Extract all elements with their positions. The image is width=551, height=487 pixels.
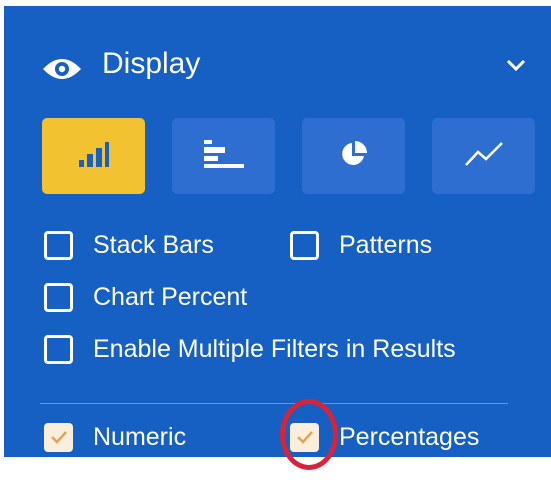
checkmark-icon (50, 431, 67, 444)
pie-chart-button[interactable] (302, 118, 405, 194)
chart-percent-checkbox[interactable] (44, 282, 73, 312)
multiple-filters-checkbox[interactable] (44, 334, 73, 364)
panel-title: Display (102, 47, 201, 80)
multiple-filters-option[interactable]: Enable Multiple Filters in Results (44, 332, 456, 366)
stack-bars-checkbox[interactable] (44, 230, 73, 260)
vertical-bar-chart-icon (78, 140, 110, 173)
line-chart-icon (464, 141, 504, 172)
eye-icon (42, 56, 82, 87)
stack-bars-label: Stack Bars (93, 230, 214, 259)
highlight-circle (280, 399, 338, 470)
numeric-option[interactable]: Numeric (44, 420, 186, 454)
multiple-filters-label: Enable Multiple Filters in Results (93, 334, 456, 363)
section-divider (40, 403, 508, 404)
chevron-down-icon[interactable] (506, 58, 526, 77)
stack-bars-option[interactable]: Stack Bars (44, 228, 214, 262)
numeric-label: Numeric (93, 422, 187, 451)
patterns-label: Patterns (339, 230, 433, 259)
display-header[interactable]: Display (42, 46, 531, 92)
vertical-bar-chart-button[interactable] (42, 118, 145, 194)
chart-percent-option[interactable]: Chart Percent (44, 280, 247, 314)
chart-percent-label: Chart Percent (93, 282, 248, 311)
numeric-checkbox[interactable] (44, 422, 73, 452)
display-panel: Display Stack Bars Patterns Chart Percen… (4, 6, 551, 470)
patterns-option[interactable]: Patterns (290, 228, 432, 262)
horizontal-bar-chart-button[interactable] (172, 118, 275, 194)
line-chart-button[interactable] (432, 118, 535, 194)
pie-chart-icon (339, 139, 369, 174)
percentages-label: Percentages (339, 422, 480, 451)
horizontal-bar-chart-icon (203, 139, 245, 174)
patterns-checkbox[interactable] (290, 230, 319, 260)
